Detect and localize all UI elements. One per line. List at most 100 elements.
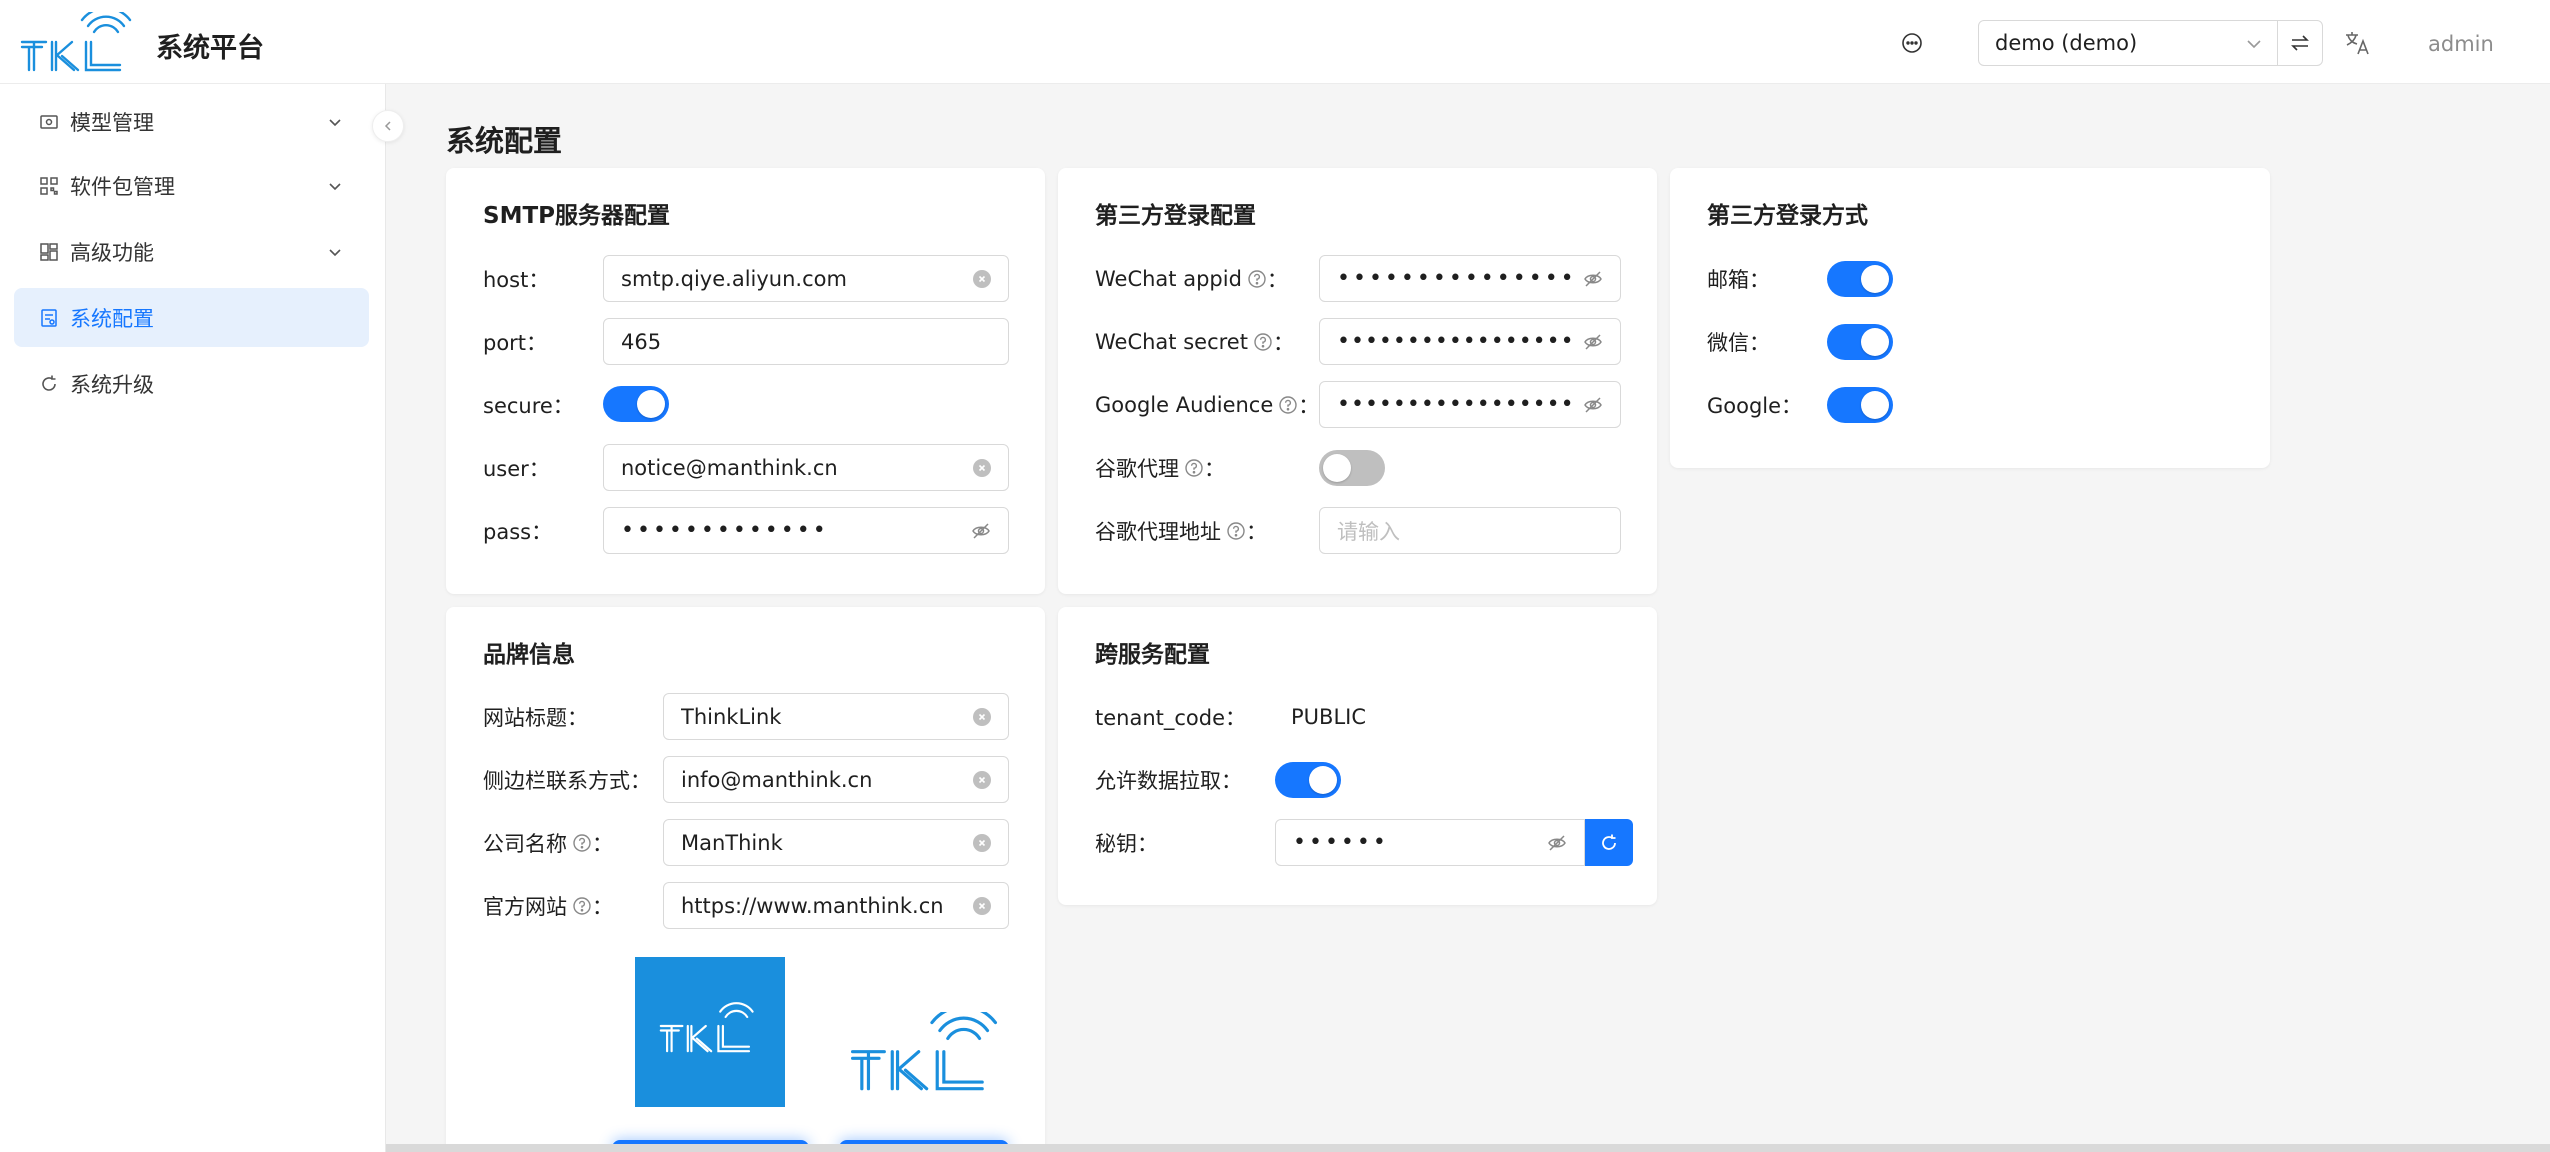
google-proxy-address-label: 谷歌代理地址： bbox=[1095, 519, 1267, 544]
allow-data-pull-toggle[interactable] bbox=[1275, 762, 1341, 798]
eye-invisible-icon[interactable] bbox=[971, 521, 991, 541]
sidebar-collapse-button[interactable] bbox=[372, 110, 404, 142]
card-title: 跨服务配置 bbox=[1095, 642, 1210, 668]
user-input[interactable]: notice@manthink.cn bbox=[603, 444, 1009, 491]
clear-icon[interactable] bbox=[973, 833, 991, 852]
chevron-down-icon bbox=[327, 176, 343, 200]
reload-icon bbox=[38, 373, 60, 395]
sidebar-item-label: 软件包管理 bbox=[70, 174, 175, 199]
wechat-secret-input[interactable]: •••••••••••••••••••••••• bbox=[1319, 318, 1621, 365]
official-website-input[interactable]: https://www.manthink.cn bbox=[663, 882, 1009, 929]
sidebar-item-package-management[interactable]: 软件包管理 bbox=[14, 156, 369, 215]
eye-invisible-icon[interactable] bbox=[1583, 395, 1603, 415]
port-input[interactable]: 465 bbox=[603, 318, 1009, 365]
question-circle-icon[interactable] bbox=[1278, 395, 1298, 415]
chevron-down-icon bbox=[327, 112, 343, 136]
sidebar-item-system-upgrade[interactable]: 系统升级 bbox=[14, 354, 369, 413]
sidebar-item-label: 系统配置 bbox=[70, 306, 154, 331]
secure-toggle[interactable] bbox=[603, 386, 669, 422]
google-proxy-toggle[interactable] bbox=[1319, 450, 1385, 486]
square-logo-preview[interactable] bbox=[635, 957, 785, 1107]
clear-icon[interactable] bbox=[973, 770, 991, 789]
sidebar-contact-label: 侧边栏联系方式： bbox=[483, 768, 651, 793]
eye-invisible-icon[interactable] bbox=[1583, 332, 1603, 352]
sidebar-item-label: 模型管理 bbox=[70, 110, 154, 135]
user-name[interactable]: admin bbox=[2428, 32, 2494, 56]
clear-icon[interactable] bbox=[973, 458, 991, 477]
port-label: port： bbox=[483, 330, 548, 355]
clear-icon[interactable] bbox=[973, 269, 991, 288]
card-title: 第三方登录配置 bbox=[1095, 203, 1256, 229]
page-title: 系统配置 bbox=[446, 124, 563, 158]
question-circle-icon[interactable] bbox=[1226, 521, 1246, 541]
tenant-code-value: PUBLIC bbox=[1291, 705, 1366, 729]
eye-invisible-icon[interactable] bbox=[1583, 269, 1603, 289]
allow-data-pull-label: 允许数据拉取： bbox=[1095, 768, 1242, 793]
sidebar-item-advanced[interactable]: 高级功能 bbox=[14, 222, 369, 281]
tkl-logo[interactable] bbox=[20, 12, 132, 74]
chevron-down-icon bbox=[327, 242, 343, 266]
chevron-down-icon bbox=[2245, 34, 2263, 58]
company-name-label: 公司名称： bbox=[483, 831, 613, 856]
third-party-login-methods-card: 第三方登录方式 邮箱： 微信： Google： bbox=[1670, 168, 2270, 468]
question-circle-icon[interactable] bbox=[1247, 269, 1267, 289]
user-label: user： bbox=[483, 456, 550, 481]
sidebar-item-system-config[interactable]: 系统配置 bbox=[14, 288, 369, 347]
email-login-toggle[interactable] bbox=[1827, 261, 1893, 297]
translate-icon[interactable] bbox=[2342, 28, 2372, 58]
email-login-label: 邮箱： bbox=[1707, 267, 1770, 292]
clear-icon[interactable] bbox=[973, 707, 991, 726]
third-party-login-config-card: 第三方登录配置 WeChat appid： ••••••••••••••••• … bbox=[1058, 168, 1657, 594]
chevron-left-icon bbox=[384, 121, 391, 131]
question-circle-icon[interactable] bbox=[572, 833, 592, 853]
question-circle-icon[interactable] bbox=[572, 896, 592, 916]
site-title-label: 网站标题： bbox=[483, 705, 588, 730]
company-name-input[interactable]: ManThink bbox=[663, 819, 1009, 866]
sidebar: 模型管理 软件包管理 高级功能 系统配置 系统升级 bbox=[0, 84, 386, 1152]
message-icon[interactable] bbox=[1898, 29, 1926, 57]
wechat-appid-input[interactable]: ••••••••••••••••• bbox=[1319, 255, 1621, 302]
horizontal-scrollbar[interactable] bbox=[386, 1144, 2550, 1152]
sidebar-contact-input[interactable]: info@manthink.cn bbox=[663, 756, 1009, 803]
secret-key-label: 秘钥： bbox=[1095, 831, 1158, 856]
google-login-toggle[interactable] bbox=[1827, 387, 1893, 423]
regenerate-secret-button[interactable] bbox=[1585, 819, 1633, 866]
dashboard-icon bbox=[38, 241, 60, 263]
site-title-input[interactable]: ThinkLink bbox=[663, 693, 1009, 740]
card-title: SMTP服务器配置 bbox=[483, 203, 670, 229]
tenant-select[interactable]: demo (demo) bbox=[1978, 20, 2278, 66]
swap-icon bbox=[2291, 35, 2309, 51]
secure-label: secure： bbox=[483, 393, 574, 418]
top-header: 系统平台 demo (demo) admin bbox=[0, 0, 2550, 84]
card-title: 第三方登录方式 bbox=[1707, 203, 1868, 229]
brand-info-card: 品牌信息 网站标题： ThinkLink 侧边栏联系方式： info@manth… bbox=[446, 607, 1045, 1152]
pass-input[interactable]: ••••••••••••• bbox=[603, 507, 1009, 554]
swap-tenant-button[interactable] bbox=[2277, 20, 2323, 66]
reload-icon bbox=[1602, 834, 1616, 850]
question-circle-icon[interactable] bbox=[1253, 332, 1273, 352]
clear-icon[interactable] bbox=[973, 896, 991, 915]
wechat-login-label: 微信： bbox=[1707, 330, 1770, 355]
google-login-label: Google： bbox=[1707, 393, 1803, 418]
sidebar-item-model-management[interactable]: 模型管理 bbox=[14, 92, 369, 151]
google-audience-label: Google Audience： bbox=[1095, 392, 1320, 418]
host-input[interactable]: smtp.qiye.aliyun.com bbox=[603, 255, 1009, 302]
model-icon bbox=[38, 111, 60, 133]
google-audience-input[interactable]: •••••••••••••••••••••••• bbox=[1319, 381, 1621, 428]
google-proxy-label: 谷歌代理： bbox=[1095, 456, 1225, 481]
sidebar-item-label: 高级功能 bbox=[70, 240, 154, 265]
secret-key-input[interactable]: •••••• bbox=[1275, 819, 1585, 866]
sidebar-item-label: 系统升级 bbox=[70, 372, 154, 397]
smtp-config-card: SMTP服务器配置 host： smtp.qiye.aliyun.com por… bbox=[446, 168, 1045, 594]
question-circle-icon[interactable] bbox=[1184, 458, 1204, 478]
config-icon bbox=[38, 307, 60, 329]
wechat-login-toggle[interactable] bbox=[1827, 324, 1893, 360]
tenant-code-label: tenant_code： bbox=[1095, 705, 1247, 730]
google-proxy-address-input[interactable]: 请输入 bbox=[1319, 507, 1621, 554]
wide-logo-preview[interactable] bbox=[848, 1012, 1000, 1094]
wechat-appid-label: WeChat appid： bbox=[1095, 266, 1288, 292]
eye-invisible-icon[interactable] bbox=[1547, 833, 1567, 853]
app-title: 系统平台 bbox=[156, 33, 264, 64]
pass-label: pass： bbox=[483, 519, 553, 544]
qrcode-icon bbox=[38, 175, 60, 197]
